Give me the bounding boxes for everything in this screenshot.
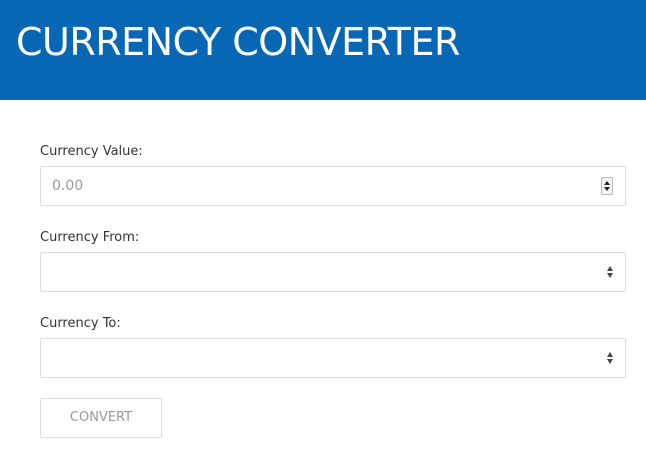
app-header: CURRENCY CONVERTER: [0, 0, 646, 100]
arrow-down-icon: [607, 359, 613, 364]
select-updown-arrows-icon: [607, 352, 614, 364]
spinner-up-icon[interactable]: [604, 181, 610, 185]
arrow-up-icon: [607, 352, 613, 357]
currency-value-label: Currency Value:: [40, 144, 143, 159]
currency-from-label: Currency From:: [40, 230, 140, 245]
convert-button[interactable]: CONVERT: [40, 398, 162, 438]
currency-from-select[interactable]: [40, 252, 626, 292]
currency-to-label: Currency To:: [40, 316, 121, 331]
currency-to-select[interactable]: [40, 338, 626, 378]
spinner-down-icon[interactable]: [604, 187, 610, 191]
currency-value-input[interactable]: [41, 167, 592, 205]
number-spinner-icon[interactable]: [601, 177, 613, 195]
page-title: CURRENCY CONVERTER: [16, 20, 460, 64]
select-updown-arrows-icon: [607, 266, 614, 278]
currency-value-field[interactable]: [40, 166, 626, 206]
arrow-down-icon: [607, 273, 613, 278]
arrow-up-icon: [607, 266, 613, 271]
